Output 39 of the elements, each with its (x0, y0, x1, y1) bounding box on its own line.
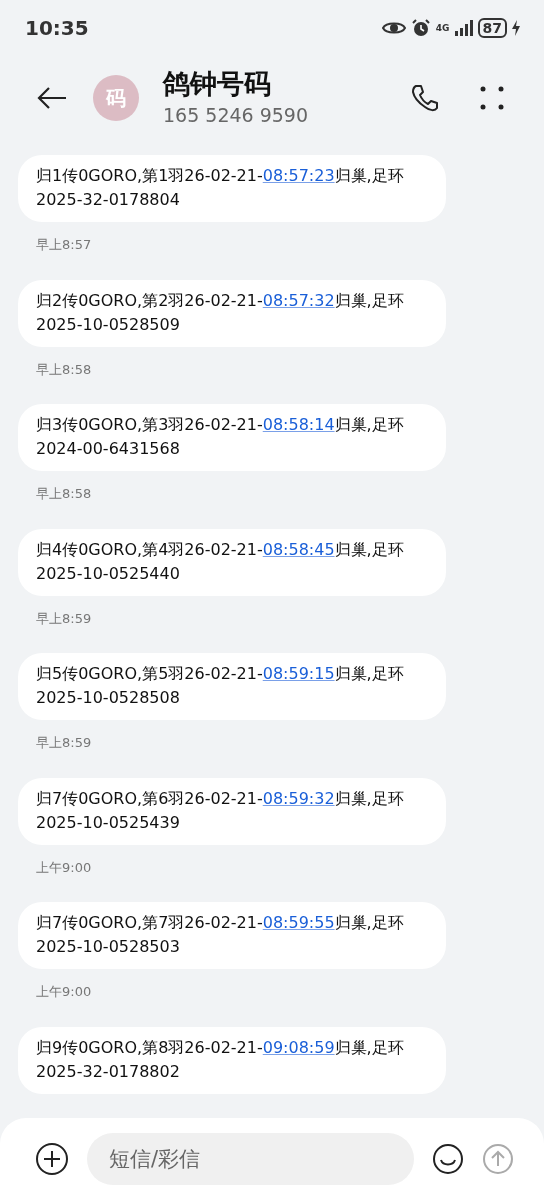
charging-icon (512, 20, 520, 36)
message-text: 归7传0GORO,第6羽26-02-21-08:59:32归巢,足环2025-10-0525439 (36, 787, 405, 834)
message-text: 归9传0GORO,第8羽26-02-21-09:08:59归巢,足环2025-32-0178802 (36, 1036, 405, 1083)
more-icon[interactable] (480, 86, 504, 110)
network-label: 4G (435, 23, 450, 33)
message-time: 早上8:59 (36, 734, 93, 752)
message-text: 归1传0GORO,第1羽26-02-21-08:57:23归巢,足环2025-32-0178804 (36, 165, 405, 211)
time-link[interactable]: 08:59:15 (262, 664, 335, 683)
alarm-icon (410, 18, 431, 38)
time-link[interactable]: 09:08:59 (262, 1037, 335, 1057)
time-link[interactable]: 08:57:32 (262, 290, 335, 310)
time-link[interactable]: 08:58:45 (262, 539, 335, 559)
message-text: 归5传0GORO,第5羽26-02-21-08:59:15归巢,足环2025-10-0528508 (36, 663, 405, 709)
message-time: 上午9:00 (36, 983, 93, 1001)
time-link[interactable]: 08:59:32 (262, 788, 335, 808)
status-time: 10:35 (25, 16, 89, 40)
message-time: 早上8:58 (36, 360, 93, 379)
eye-icon (381, 20, 406, 36)
back-icon[interactable] (37, 86, 67, 110)
time-link[interactable]: 08:58:14 (262, 415, 335, 434)
time-link[interactable]: 08:57:23 (262, 166, 335, 185)
message-text: 归4传0GORO,第4羽26-02-21-08:58:45归巢,足环2025-10-0525440 (36, 538, 405, 585)
message-text: 归2传0GORO,第2羽26-02-21-08:57:32归巢,足环2025-10-0528509 (36, 289, 405, 336)
message-time: 上午9:00 (36, 858, 93, 877)
contact-name: 鸽钟号码 (163, 67, 272, 101)
message-field[interactable]: 短信/彩信 (87, 1133, 414, 1185)
message-time: 早上8:58 (36, 485, 93, 503)
battery-level: 87 (477, 18, 507, 38)
add-icon[interactable] (35, 1142, 69, 1176)
emoji-icon[interactable] (432, 1143, 464, 1175)
contact-avatar: 码 (93, 75, 139, 121)
signal-icon (454, 20, 473, 36)
phone-icon[interactable] (410, 83, 440, 113)
time-link[interactable]: 08:59:55 (262, 913, 335, 932)
message-time: 早上8:57 (36, 236, 93, 254)
message-time: 早上8:59 (36, 609, 93, 628)
message-text: 归3传0GORO,第3羽26-02-21-08:58:14归巢,足环2024-00-6431568 (36, 414, 405, 460)
phone-number: 165 5246 9590 (163, 103, 310, 128)
message-text: 归7传0GORO,第7羽26-02-21-08:59:55归巢,足环2025-10-0528503 (36, 912, 405, 958)
